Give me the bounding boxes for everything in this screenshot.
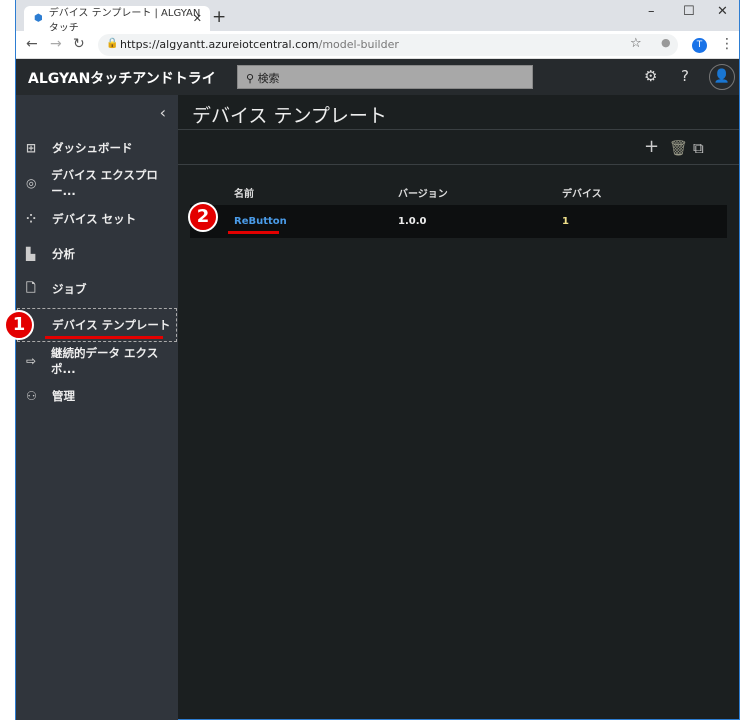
sidebar-item-label: デバイス セット <box>52 212 137 226</box>
sidebar-item-label: ジョブ <box>52 282 87 296</box>
delete-icon[interactable]: 🗑 <box>669 139 688 157</box>
url-input[interactable]: 🔒 https://algyantt.azureiotcentral.com/m… <box>98 34 678 56</box>
bookmark-star-icon[interactable]: ☆ <box>630 36 642 51</box>
browser-window: ⬢ デバイス テンプレート | ALGYANタッチ ✕ + – ☐ ✕ ← → … <box>15 0 740 720</box>
back-icon[interactable]: ← <box>26 36 38 52</box>
annotation-underline-2 <box>228 231 279 234</box>
template-device-count: 1 <box>562 216 569 227</box>
sidebar-item-label: 継続的データ エクスポ... <box>51 346 159 376</box>
export-icon: ⇨ <box>26 354 37 368</box>
app-favicon-icon: ⬢ <box>34 13 43 24</box>
main-content: デバイス テンプレート + 🗑 ⧉ 名前 バージョン デバイス ReButton… <box>178 95 739 719</box>
copy-icon[interactable]: ⧉ <box>693 139 704 157</box>
sidebar-item-label: 管理 <box>52 389 75 403</box>
reload-icon[interactable]: ↻ <box>73 36 85 52</box>
sidebar: ‹ ⊞ ダッシュボード ◎ デバイス エクスプロー... ⁘ デバイス セット ▙ 分析… <box>16 95 178 720</box>
browser-tab[interactable]: ⬢ デバイス テンプレート | ALGYANタッチ ✕ <box>24 6 210 34</box>
maximize-button[interactable]: ☐ <box>683 4 695 19</box>
lock-icon: 🔒 <box>106 38 119 49</box>
explorer-icon: ◎ <box>26 176 37 190</box>
sidebar-item-admin[interactable]: ⚇ 管理 <box>16 379 178 413</box>
sidebar-item-label: ダッシュボード <box>52 141 133 155</box>
profile-avatar[interactable]: T <box>692 38 707 53</box>
analytics-icon: ▙ <box>26 247 36 261</box>
annotation-badge-1: 1 <box>4 310 34 340</box>
template-version: 1.0.0 <box>398 216 427 227</box>
extension-icon[interactable]: ● <box>661 36 671 49</box>
forward-icon[interactable]: → <box>50 36 62 52</box>
app-brand: ALGYANタッチアンドトライ <box>28 71 216 87</box>
tab-strip: ⬢ デバイス テンプレート | ALGYANタッチ ✕ + – ☐ ✕ <box>16 0 739 34</box>
new-tab-button[interactable]: + <box>212 7 226 27</box>
sidebar-item-label: 分析 <box>52 247 75 261</box>
device-set-icon: ⁘ <box>26 212 37 226</box>
search-placeholder: 検索 <box>257 72 280 85</box>
divider <box>178 164 739 165</box>
divider <box>178 129 739 130</box>
column-header-name[interactable]: 名前 <box>234 185 254 200</box>
settings-gear-icon[interactable]: ⚙ <box>644 67 657 85</box>
sidebar-item-device-explorer[interactable]: ◎ デバイス エクスプロー... <box>16 166 178 200</box>
annotation-underline-1 <box>45 336 163 339</box>
page-title: デバイス テンプレート <box>192 105 387 127</box>
column-header-devices[interactable]: デバイス <box>562 185 602 200</box>
search-input[interactable]: ⚲ 検索 <box>237 65 533 89</box>
search-icon: ⚲ <box>246 72 255 85</box>
url-host: https://algyantt.azureiotcentral.com <box>120 38 319 51</box>
minimize-button[interactable]: – <box>648 4 655 19</box>
add-icon[interactable]: + <box>644 136 659 157</box>
address-bar-row: ← → ↻ 🔒 https://algyantt.azureiotcentral… <box>16 31 739 59</box>
sidebar-item-jobs[interactable]: 🗋 ジョブ <box>16 272 178 306</box>
sidebar-item-data-export[interactable]: ⇨ 継続的データ エクスポ... <box>16 344 178 378</box>
admin-icon: ⚇ <box>26 389 37 403</box>
url-path: /model-builder <box>318 38 399 51</box>
collapse-sidebar-icon[interactable]: ‹ <box>160 103 166 122</box>
sidebar-item-label: デバイス エクスプロー... <box>51 168 158 198</box>
sidebar-item-dashboard[interactable]: ⊞ ダッシュボード <box>16 131 178 165</box>
sidebar-item-analytics[interactable]: ▙ 分析 <box>16 237 178 271</box>
sidebar-item-device-sets[interactable]: ⁘ デバイス セット <box>16 202 178 236</box>
column-header-version[interactable]: バージョン <box>398 185 448 200</box>
jobs-icon: 🗋 <box>26 280 36 295</box>
close-tab-icon[interactable]: ✕ <box>193 12 202 25</box>
menu-icon[interactable]: ⋮ <box>720 36 734 52</box>
app-header: ALGYANタッチアンドトライ ⚲ 検索 ⚙ ? 👤 <box>16 59 739 95</box>
dashboard-icon: ⊞ <box>26 141 37 155</box>
help-icon[interactable]: ? <box>681 67 689 85</box>
user-avatar-icon[interactable]: 👤 <box>709 64 735 90</box>
template-name-link[interactable]: ReButton <box>234 216 287 227</box>
annotation-badge-2: 2 <box>188 202 218 232</box>
close-window-button[interactable]: ✕ <box>717 4 728 19</box>
tab-title: デバイス テンプレート | ALGYANタッチ <box>48 7 201 34</box>
sidebar-item-label: デバイス テンプレート <box>52 318 171 332</box>
